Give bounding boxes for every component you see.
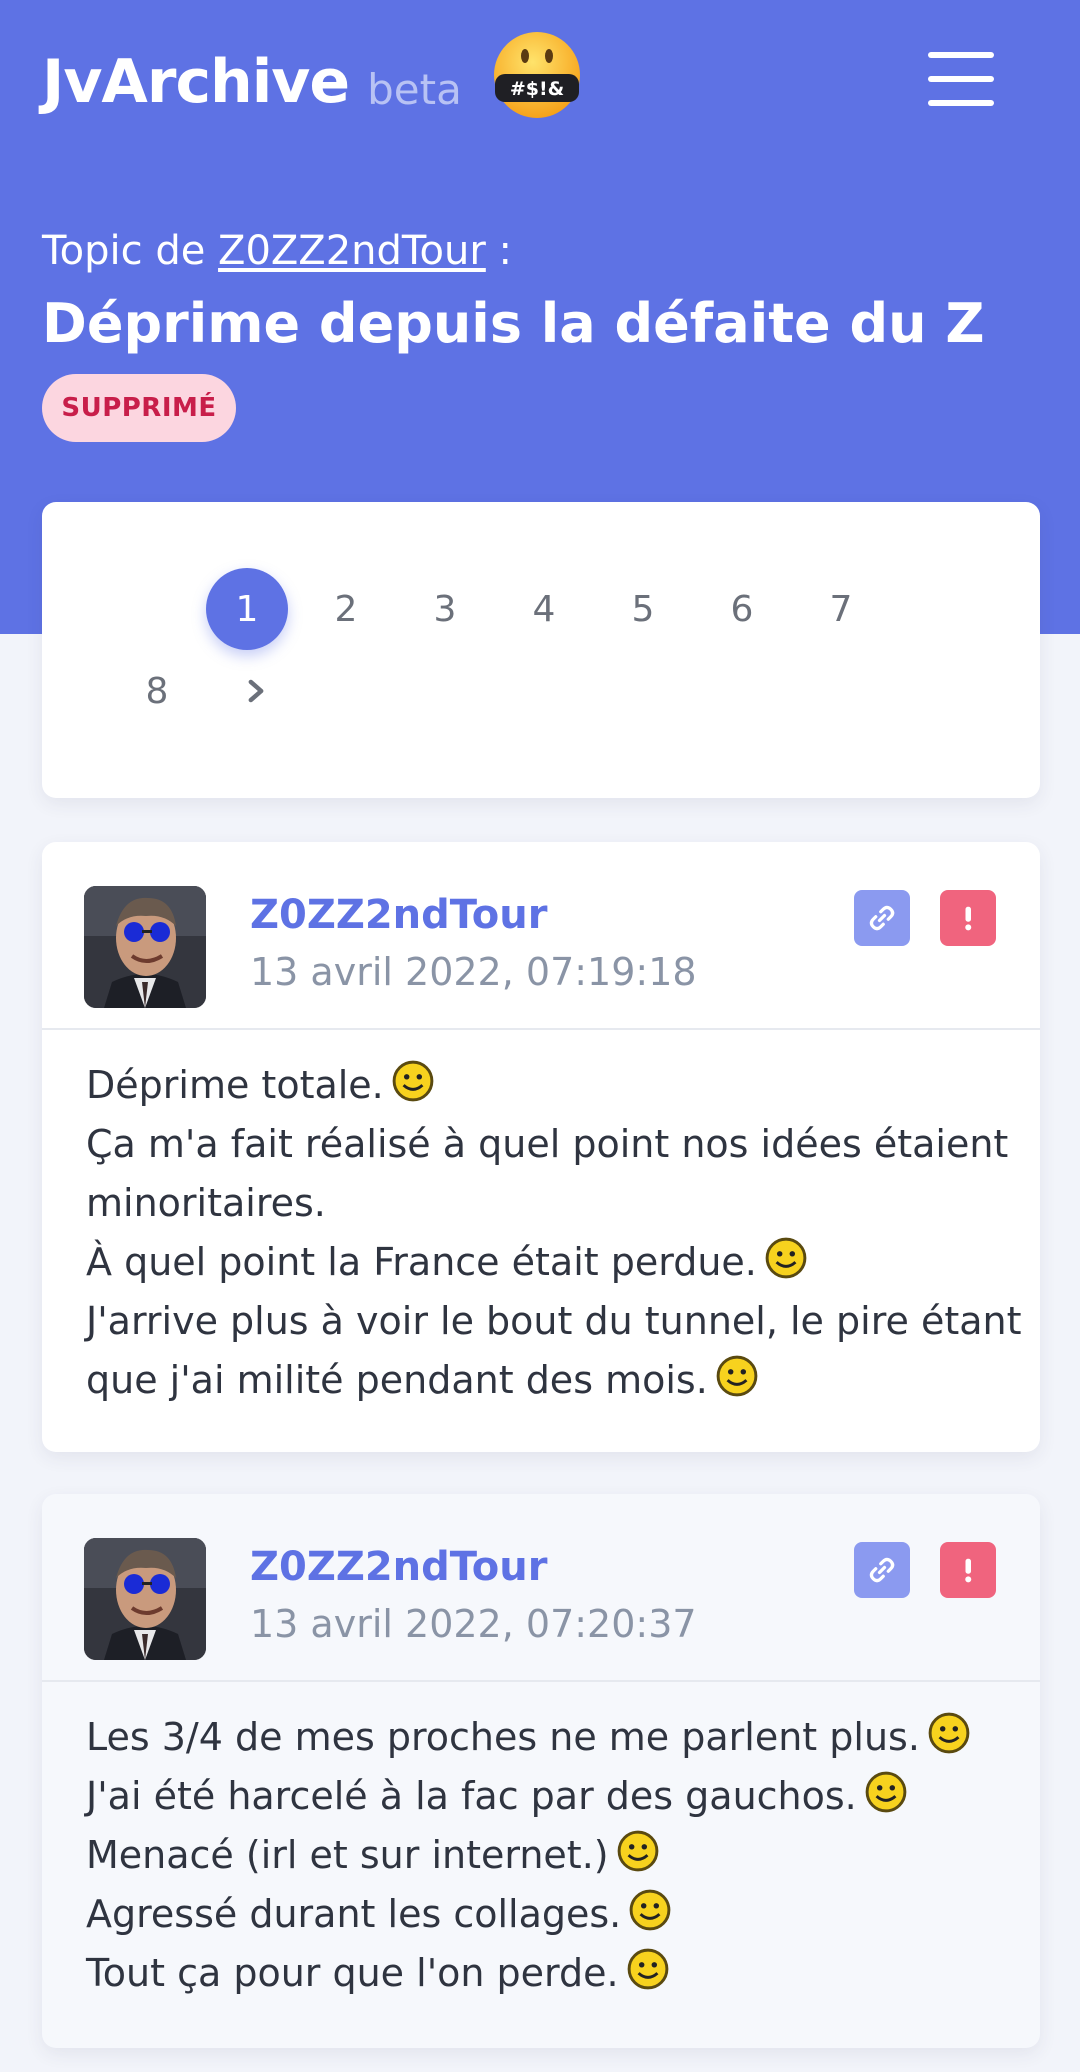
post-content: Déprime totale. Ça m'a fait réalisé à qu… xyxy=(86,1056,1022,1410)
exclamation-icon xyxy=(965,1558,972,1583)
post-author[interactable]: Z0ZZ2ndTour xyxy=(250,1544,547,1590)
status-badge: SUPPRIMÉ xyxy=(42,374,236,442)
next-page-button[interactable] xyxy=(215,650,297,732)
post-line: J'arrive plus à voir le bout du tunnel, … xyxy=(86,1299,1022,1343)
smiley-icon xyxy=(627,1948,668,1990)
page-3-button[interactable]: 3 xyxy=(404,568,486,650)
link-icon xyxy=(869,1557,895,1583)
logo-beta-label: beta xyxy=(367,64,462,114)
post-card: Z0ZZ2ndTour 13 avril 2022, 07:20:37 Les … xyxy=(42,1494,1040,2048)
avatar[interactable] xyxy=(84,886,206,1008)
page-4-button[interactable]: 4 xyxy=(503,568,585,650)
page-5-button[interactable]: 5 xyxy=(602,568,684,650)
swearing-emoji-icon: #$!& xyxy=(494,32,580,118)
permalink-button[interactable] xyxy=(854,890,910,946)
post-line: Déprime totale. xyxy=(86,1056,1006,1115)
smiley-icon xyxy=(765,1237,807,1279)
smiley-icon xyxy=(392,1060,434,1102)
post-line: Les 3/4 de mes proches ne me parlent plu… xyxy=(86,1708,1006,1767)
logo-text: JvArchive xyxy=(42,47,350,117)
post-divider xyxy=(42,1680,1040,1682)
post-line: Tout ça pour que l'on perde. xyxy=(86,1944,1006,2003)
page-7-button[interactable]: 7 xyxy=(800,568,882,650)
topic-suffix: : xyxy=(498,228,513,274)
page-6-button[interactable]: 6 xyxy=(701,568,783,650)
post-card: Z0ZZ2ndTour 13 avril 2022, 07:19:18 Dépr… xyxy=(42,842,1040,1452)
smiley-icon xyxy=(716,1355,758,1397)
emoji-symbols: #$!& xyxy=(510,78,564,100)
smiley-icon xyxy=(928,1712,970,1754)
link-icon xyxy=(869,905,895,931)
post-line: À quel point la France était perdue. xyxy=(86,1233,1006,1292)
page-1-button[interactable]: 1 xyxy=(206,568,288,650)
post-date: 13 avril 2022, 07:20:37 xyxy=(250,1602,697,1646)
post-line: que j'ai milité pendant des mois. xyxy=(86,1351,1006,1410)
smiley-icon xyxy=(617,1830,658,1872)
avatar-image xyxy=(84,886,206,1008)
permalink-button[interactable] xyxy=(854,1542,910,1598)
post-line: Menacé (irl et sur internet.) xyxy=(86,1826,1006,1885)
post-author[interactable]: Z0ZZ2ndTour xyxy=(250,892,547,938)
post-date: 13 avril 2022, 07:19:18 xyxy=(250,950,697,994)
post-divider xyxy=(42,1028,1040,1030)
topic-prefix: Topic de xyxy=(42,228,206,274)
page-title: Déprime depuis la défaite du Z xyxy=(42,292,985,355)
report-button[interactable] xyxy=(940,1542,996,1598)
page-2-button[interactable]: 2 xyxy=(305,568,387,650)
post-line: Ça m'a fait réalisé à quel point nos idé… xyxy=(86,1122,1009,1166)
pagination: 1 2 3 4 5 6 7 8 xyxy=(42,502,1040,798)
site-logo[interactable]: JvArchive beta xyxy=(42,42,462,112)
post-line: minoritaires. xyxy=(86,1181,326,1225)
post-content: Les 3/4 de mes proches ne me parlent plu… xyxy=(86,1708,1006,2003)
topic-author-line: Topic de Z0ZZ2ndTour : xyxy=(42,228,512,274)
report-button[interactable] xyxy=(940,890,996,946)
topic-author-link[interactable]: Z0ZZ2ndTour xyxy=(218,228,486,274)
menu-icon[interactable] xyxy=(928,50,998,108)
avatar-image xyxy=(84,1538,206,1660)
page-8-button[interactable]: 8 xyxy=(116,650,198,732)
post-line: Agressé durant les collages. xyxy=(86,1885,1006,1944)
avatar[interactable] xyxy=(84,1538,206,1660)
smiley-icon xyxy=(865,1771,907,1813)
chevron-right-icon xyxy=(248,679,264,703)
smiley-icon xyxy=(629,1889,671,1931)
exclamation-icon xyxy=(965,906,972,931)
post-line: J'ai été harcelé à la fac par des gaucho… xyxy=(86,1767,1006,1826)
